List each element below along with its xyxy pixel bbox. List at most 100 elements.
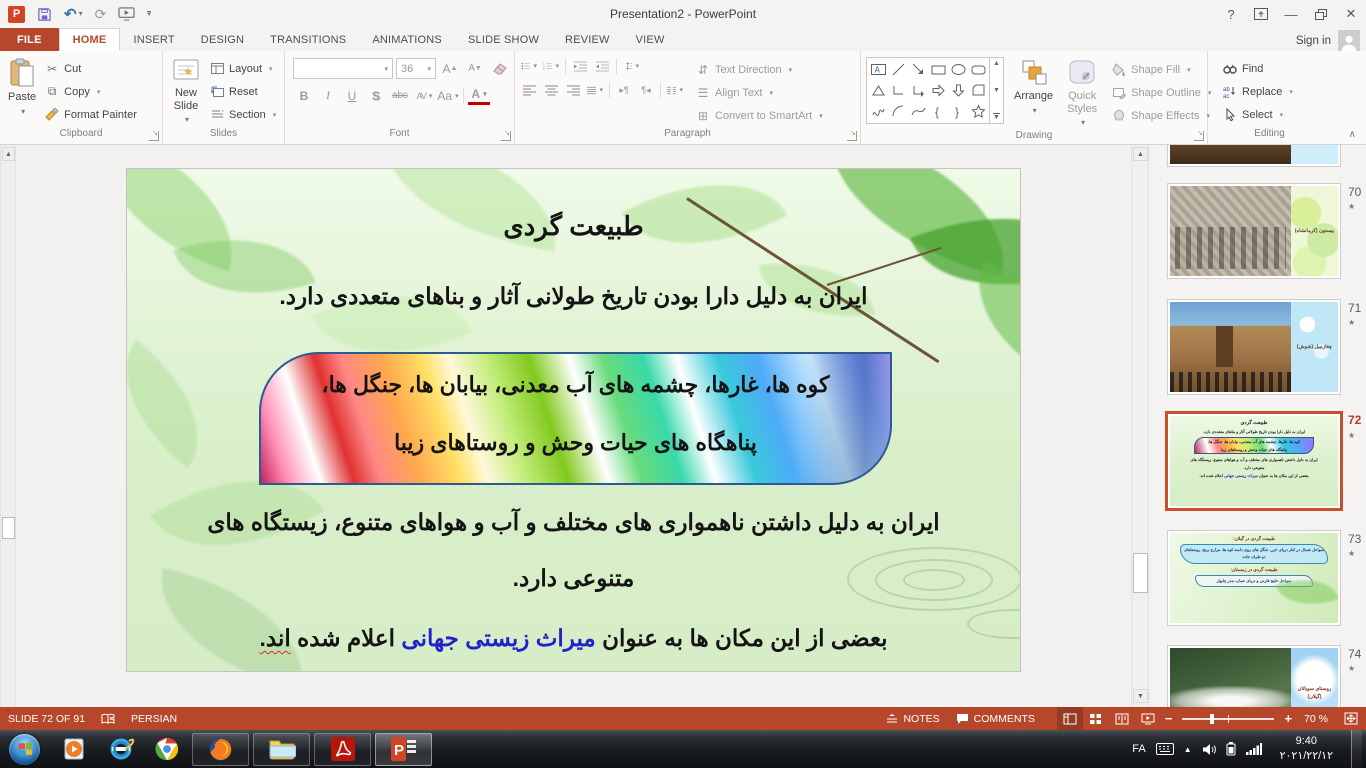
new-slide-button[interactable]: New Slide ▾ xyxy=(167,56,205,126)
spell-check-button[interactable] xyxy=(93,707,123,730)
clear-formatting-button[interactable] xyxy=(489,58,511,79)
bullets-button[interactable] xyxy=(521,58,537,74)
thumbnail-slide-71[interactable]: چغازنبیل (شوش) xyxy=(1167,299,1341,395)
shape-line-icon[interactable] xyxy=(888,59,908,80)
shape-outline-button[interactable]: Shape Outline xyxy=(1107,81,1215,104)
shapes-scroll-down-icon[interactable]: ▼ xyxy=(993,87,1000,94)
layout-button[interactable]: Layout xyxy=(205,57,280,80)
notes-button[interactable]: NOTES xyxy=(878,707,947,730)
change-case-button[interactable]: Aa xyxy=(437,85,459,106)
copy-button[interactable]: ⧉Copy xyxy=(40,80,141,103)
shape-elbow-connector-icon[interactable] xyxy=(888,80,908,101)
paste-dropdown[interactable]: ▾ xyxy=(21,107,25,116)
font-size-combo[interactable]: 36 xyxy=(396,58,436,79)
zoom-out-button[interactable]: − xyxy=(1161,711,1177,726)
shape-right-brace-icon[interactable]: } xyxy=(948,101,968,122)
shape-rectangle-icon[interactable] xyxy=(928,59,948,80)
slide-paragraph-2[interactable]: ایران به دلیل داشتن ناهمواری های مختلف و… xyxy=(147,509,1000,536)
redo-button[interactable]: ⟳ xyxy=(95,7,107,21)
zoom-level[interactable]: 70 % xyxy=(1296,707,1336,730)
clipboard-dialog-launcher[interactable]: ↘ xyxy=(149,131,159,141)
slide-paragraph-3[interactable]: بعضی از این مکان ها به عنوان میراث زیستی… xyxy=(147,625,1000,652)
text-shadow-button[interactable]: S xyxy=(365,85,387,106)
replace-button[interactable]: abacReplace xyxy=(1218,80,1297,103)
reading-view-button[interactable] xyxy=(1109,707,1135,730)
cut-button[interactable]: ✂Cut xyxy=(40,57,141,80)
thumbnail-slide-73[interactable]: طبیعت گردی در گیلان: سواحل شمال در کنار … xyxy=(1167,530,1341,626)
shape-right-arrow-icon[interactable] xyxy=(928,80,948,101)
shape-down-arrow-icon[interactable] xyxy=(948,80,968,101)
left-scrollbar[interactable]: ▲ xyxy=(0,145,16,707)
underline-button[interactable]: U xyxy=(341,85,363,106)
network-signal-icon[interactable] xyxy=(1246,743,1262,755)
slide-title[interactable]: طبیعت گردی xyxy=(147,211,1000,242)
normal-view-button[interactable] xyxy=(1057,707,1083,730)
tab-insert[interactable]: INSERT xyxy=(120,28,187,51)
slide-paragraph-1[interactable]: ایران به دلیل دارا بودن تاریخ طولانی آثا… xyxy=(147,283,1000,310)
minimize-button[interactable]: — xyxy=(1276,2,1306,26)
help-button[interactable]: ? xyxy=(1216,2,1246,26)
shapes-scroll-up-icon[interactable]: ▲ xyxy=(993,60,1000,67)
reset-button[interactable]: Reset xyxy=(205,80,280,103)
slide-area-scrollbar[interactable]: ▲ ▼ xyxy=(1131,145,1149,707)
shape-arrow-icon[interactable] xyxy=(908,59,928,80)
keyboard-icon[interactable] xyxy=(1156,743,1174,755)
shape-triangle-icon[interactable] xyxy=(868,80,888,101)
shape-curve-icon[interactable] xyxy=(908,101,928,122)
shape-rounded-rectangle-icon[interactable] xyxy=(968,59,988,80)
left-scrollbar-thumb[interactable] xyxy=(2,517,15,539)
taskbar-firefox-button[interactable] xyxy=(192,733,249,766)
italic-button[interactable]: I xyxy=(317,85,339,106)
left-scroll-up-icon[interactable]: ▲ xyxy=(2,147,15,161)
left-to-right-button[interactable]: ▸¶ xyxy=(616,82,632,98)
restore-button[interactable] xyxy=(1306,2,1336,26)
language-badge[interactable]: FA xyxy=(1132,743,1145,755)
taskbar-chrome-button[interactable] xyxy=(144,732,190,766)
columns-button[interactable] xyxy=(667,82,683,98)
battery-icon[interactable] xyxy=(1226,742,1236,756)
scroll-down-icon[interactable]: ▼ xyxy=(1133,689,1148,703)
shape-elbow-arrow-icon[interactable] xyxy=(908,80,928,101)
grow-font-button[interactable]: A▲ xyxy=(439,58,461,79)
language-indicator[interactable]: PERSIAN xyxy=(123,707,185,730)
select-button[interactable]: Select xyxy=(1218,103,1297,126)
save-button[interactable] xyxy=(37,7,52,22)
powerpoint-app-icon[interactable]: P xyxy=(8,6,25,23)
shape-corner-icon[interactable] xyxy=(968,80,988,101)
collapse-ribbon-button[interactable]: ∧ xyxy=(1349,129,1356,140)
tab-file[interactable]: FILE xyxy=(0,28,59,51)
quick-styles-button[interactable]: Quick Styles ▾ xyxy=(1063,57,1101,129)
shape-scribble-icon[interactable] xyxy=(868,101,888,122)
comments-button[interactable]: COMMENTS xyxy=(948,707,1043,730)
right-to-left-button[interactable]: ¶◂ xyxy=(638,82,654,98)
thumbnail-slide-70[interactable]: بیستون (کرمانشاه) xyxy=(1167,183,1341,279)
find-button[interactable]: Find xyxy=(1218,57,1297,80)
shape-fill-button[interactable]: Shape Fill xyxy=(1107,58,1215,81)
tab-slide-show[interactable]: SLIDE SHOW xyxy=(455,28,552,51)
shrink-font-button[interactable]: A▼ xyxy=(464,58,486,79)
zoom-slider-thumb[interactable] xyxy=(1210,714,1214,724)
shape-arc-icon[interactable] xyxy=(888,101,908,122)
ribbon-display-options-button[interactable] xyxy=(1246,2,1276,26)
close-button[interactable]: ✕ xyxy=(1336,2,1366,26)
align-text-button[interactable]: ☰Align Text xyxy=(691,81,827,104)
bold-button[interactable]: B xyxy=(293,85,315,106)
taskbar-media-player-button[interactable] xyxy=(52,732,98,766)
start-from-beginning-button[interactable] xyxy=(118,7,135,21)
shapes-gallery[interactable]: A { xyxy=(866,57,990,124)
slide-indicator[interactable]: SLIDE 72 OF 91 xyxy=(0,707,93,730)
character-spacing-button[interactable]: AV xyxy=(413,85,435,106)
strikethrough-button[interactable]: abc xyxy=(389,85,411,106)
taskbar-powerpoint-button[interactable]: P xyxy=(375,733,432,766)
slide-canvas[interactable]: طبیعت گردی ایران به دلیل دارا بودن تاریخ… xyxy=(126,168,1021,672)
zoom-slider[interactable] xyxy=(1182,718,1274,720)
taskbar-file-explorer-button[interactable] xyxy=(253,733,310,766)
section-button[interactable]: Section xyxy=(205,103,280,126)
customize-qat-button[interactable]: ▾ xyxy=(147,11,151,17)
convert-smartart-button[interactable]: ⊞Convert to SmartArt xyxy=(691,104,827,127)
taskbar-acrobat-button[interactable] xyxy=(314,733,371,766)
thumbnail-slide-72-selected[interactable]: طبیعت گردی ایران به دلیل دارا بودن تاریخ… xyxy=(1165,411,1343,511)
font-color-button[interactable]: A xyxy=(468,87,490,105)
align-left-button[interactable] xyxy=(521,82,537,98)
font-dialog-launcher[interactable]: ↘ xyxy=(501,131,511,141)
